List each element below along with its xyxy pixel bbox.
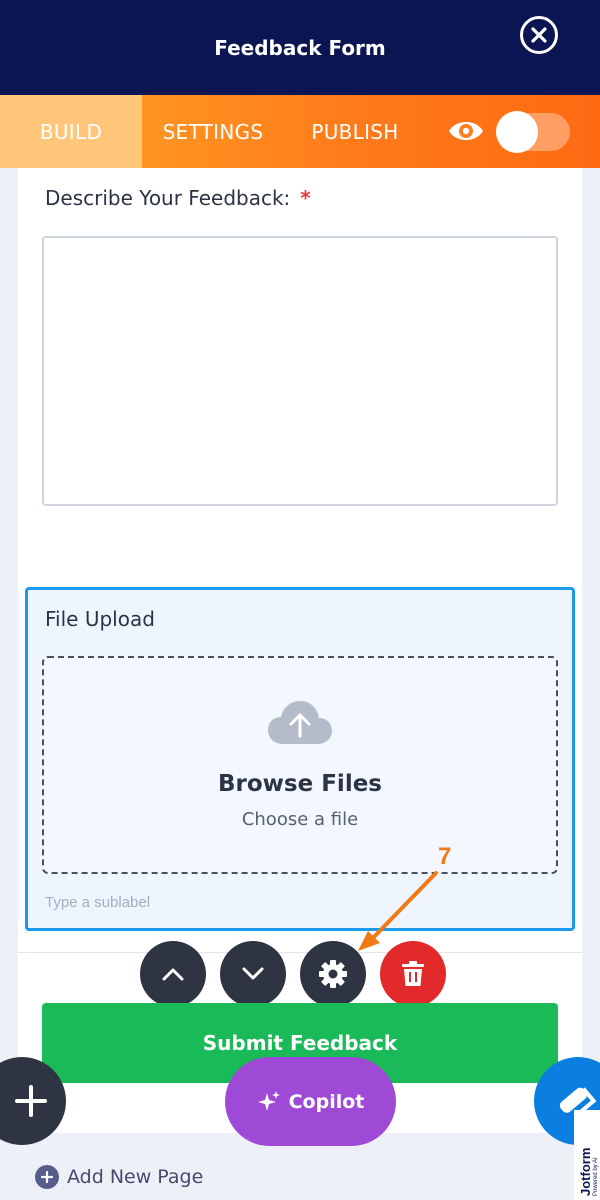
chevron-down-icon bbox=[242, 967, 264, 980]
submit-label: Submit Feedback bbox=[202, 1031, 398, 1055]
toggle-knob bbox=[496, 111, 538, 153]
file-upload-label[interactable]: File Upload bbox=[45, 607, 155, 631]
preview-toggle[interactable] bbox=[496, 111, 570, 153]
add-new-page-label: Add New Page bbox=[67, 1166, 204, 1188]
annotation-step-number: 7 bbox=[438, 843, 452, 870]
choose-file-label: Choose a file bbox=[241, 809, 359, 830]
move-down-button[interactable] bbox=[220, 941, 286, 1007]
divider bbox=[18, 952, 582, 953]
browse-files-label[interactable]: Browse Files bbox=[0, 771, 600, 797]
tab-publish[interactable]: PUBLISH bbox=[298, 95, 412, 168]
add-new-page-button[interactable]: Add New Page bbox=[35, 1165, 203, 1189]
trash-icon bbox=[402, 961, 424, 986]
chevron-up-icon bbox=[162, 968, 184, 981]
eye-icon[interactable] bbox=[448, 115, 484, 147]
sparkle-icon bbox=[257, 1090, 280, 1111]
form-title: Feedback Form bbox=[214, 36, 386, 60]
app-header: Feedback Form bbox=[0, 0, 600, 95]
sublabel-input[interactable]: Type a sublabel bbox=[45, 894, 150, 911]
copilot-label: Copilot bbox=[288, 1090, 365, 1113]
close-button[interactable] bbox=[520, 16, 558, 54]
move-up-button[interactable] bbox=[140, 941, 206, 1007]
copilot-button[interactable]: Copilot bbox=[225, 1057, 396, 1146]
file-dropzone[interactable] bbox=[42, 656, 558, 874]
required-mark: * bbox=[300, 186, 311, 210]
annotation-arrow bbox=[358, 871, 438, 951]
question-label-text: Describe Your Feedback: bbox=[45, 186, 291, 210]
gear-icon bbox=[319, 960, 347, 988]
brand-logo-text: Jotform bbox=[578, 1147, 593, 1196]
plus-circle-icon bbox=[35, 1165, 59, 1189]
close-icon bbox=[531, 27, 547, 43]
feedback-textarea[interactable] bbox=[42, 236, 558, 506]
plus-icon bbox=[15, 1085, 47, 1117]
tab-build[interactable]: BUILD bbox=[0, 95, 142, 168]
tab-settings[interactable]: SETTINGS bbox=[150, 95, 276, 168]
question-label: Describe Your Feedback: * bbox=[45, 186, 311, 210]
cloud-upload-icon bbox=[268, 701, 332, 744]
brand-tagline: Powered by AI bbox=[593, 1157, 599, 1196]
